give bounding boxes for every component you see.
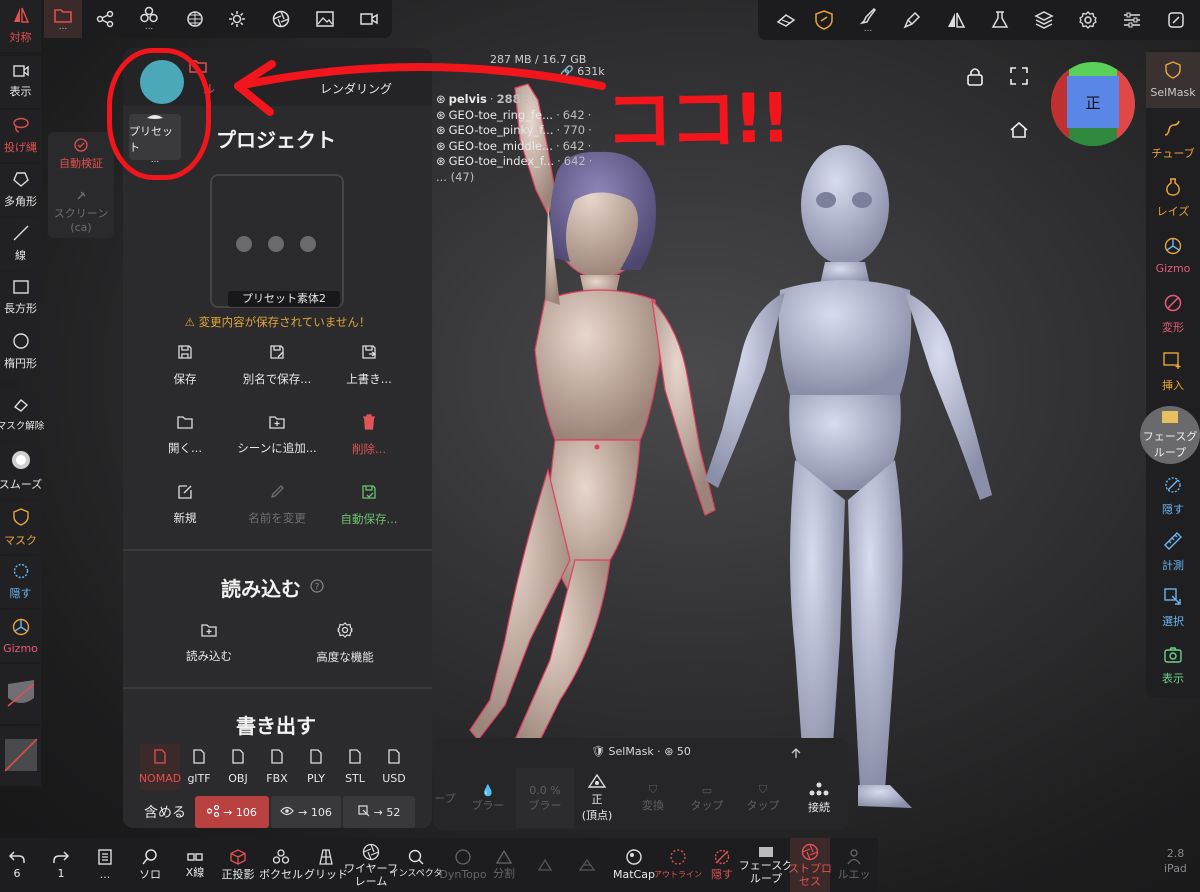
annotation-arrow: [234, 60, 606, 116]
app-window: ... ... ... 対称 表示 投げ縄 多角形 線 長方形 楕円形 マスク解…: [0, 0, 1200, 892]
annotation-text: ココ!!: [604, 79, 788, 162]
